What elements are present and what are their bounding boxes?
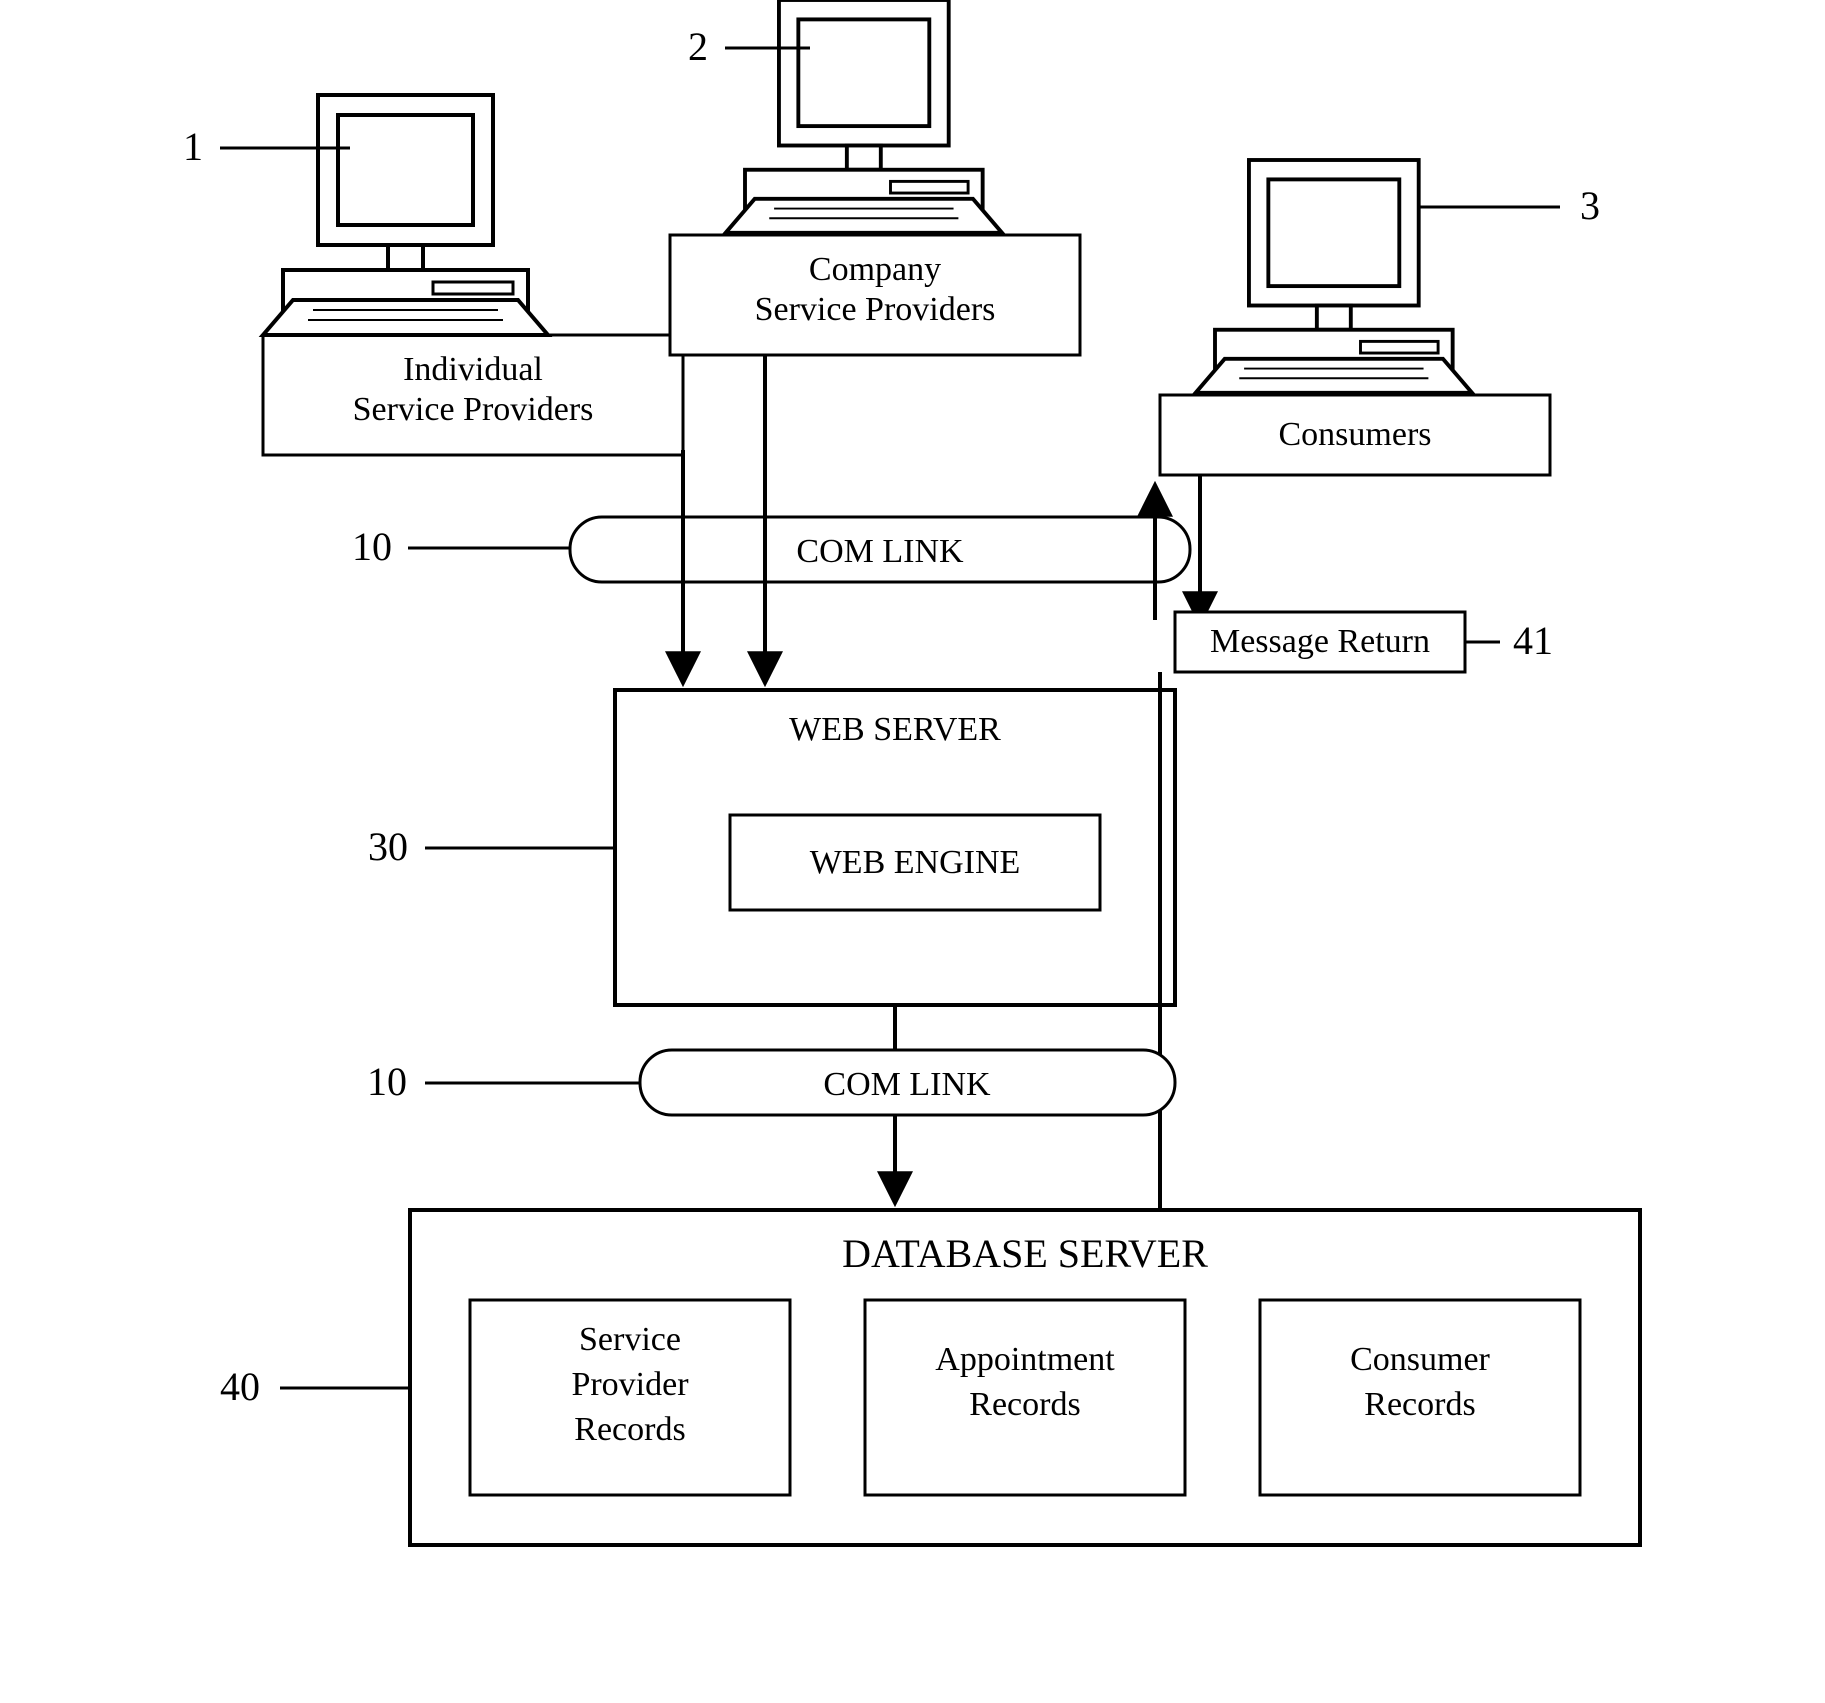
computer-icon [263,95,548,335]
record-label-l2: Records [969,1386,1080,1423]
ref-number-40: 40 [220,1364,260,1409]
terminal-label-l2: Service Providers [755,291,996,328]
com-link-bottom: COM LINK [640,1050,1175,1115]
ref-number-3: 3 [1580,183,1600,228]
com-link-label: COM LINK [796,533,964,570]
record-label-l2: Records [1364,1386,1475,1423]
terminal-label-l1: Individual [403,351,543,388]
terminal-company-service-providers: Company Service Providers [670,0,1080,355]
web-engine-label: WEB ENGINE [810,844,1021,881]
computer-icon [1196,160,1472,393]
com-link-label: COM LINK [823,1066,991,1103]
database-server-box: DATABASE SERVER Service Provider Records… [410,1210,1640,1545]
ref-number-41: 41 [1513,618,1553,663]
record-label-l3: Records [574,1411,685,1448]
ref-number-2: 2 [688,24,708,69]
record-label-l1: Appointment [935,1341,1115,1378]
ref-number-10a: 10 [352,524,392,569]
appointment-records-box: Appointment Records [865,1300,1185,1495]
service-provider-records-box: Service Provider Records [470,1300,790,1495]
record-label-l1: Consumer [1350,1341,1490,1378]
web-server-title: WEB SERVER [789,711,1001,748]
ref-number-30: 30 [368,824,408,869]
terminal-label: Consumers [1279,416,1432,453]
system-diagram: Individual Service Providers Company Ser… [0,0,1825,1703]
computer-icon [726,0,1002,233]
record-label-l2: Provider [571,1366,689,1403]
web-server-box: WEB SERVER WEB ENGINE [615,690,1175,1005]
ref-number-10b: 10 [367,1059,407,1104]
ref-number-1: 1 [183,124,203,169]
record-label-l1: Service [579,1321,681,1358]
message-return-box: Message Return [1175,612,1465,672]
terminal-label-l1: Company [809,251,941,288]
database-server-title: DATABASE SERVER [842,1231,1208,1276]
consumer-records-box: Consumer Records [1260,1300,1580,1495]
message-return-label: Message Return [1210,623,1430,660]
terminal-label-l2: Service Providers [353,391,594,428]
com-link-top: COM LINK [570,517,1190,582]
